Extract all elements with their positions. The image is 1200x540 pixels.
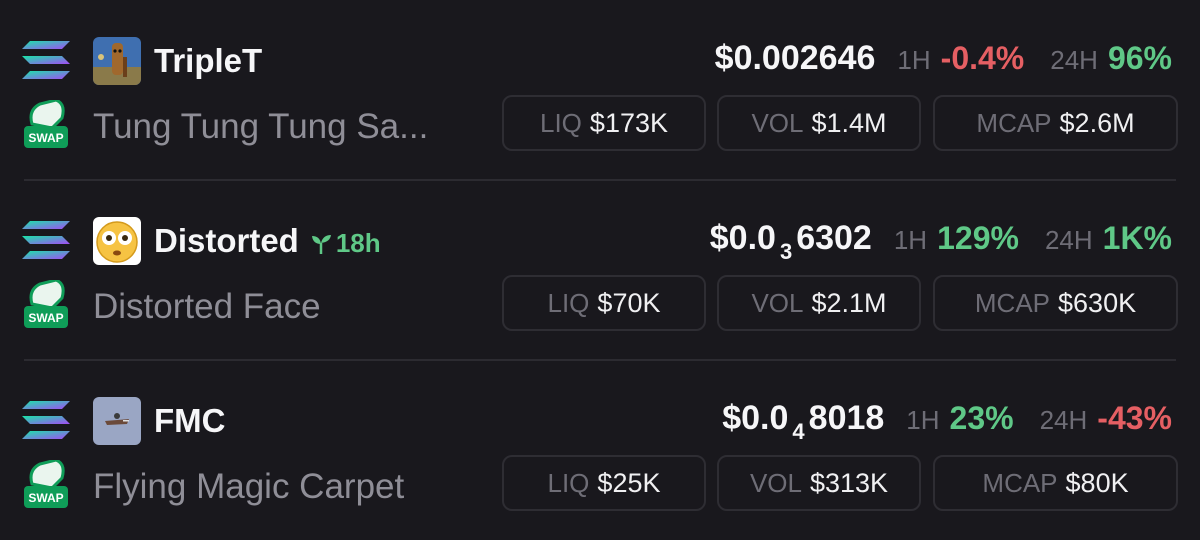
price-significant: 6302 (796, 219, 872, 257)
svg-text:SWAP: SWAP (28, 131, 63, 145)
swap-icon: SWAP (24, 280, 68, 328)
change-24h-label: 24H (1050, 45, 1098, 75)
vol-value: $2.1M (811, 287, 887, 318)
liq-value: $70K (597, 287, 661, 318)
price-stats: $0.0 3 6302 1H 129% 24H 1K% (710, 215, 1172, 264)
mcap-value: $80K (1065, 467, 1129, 498)
sprout-icon (311, 235, 331, 254)
token-name: Flying Magic Carpet (93, 467, 405, 506)
vol-value: $1.4M (811, 107, 887, 138)
change-1h-label: 1H (893, 225, 928, 255)
liq-label: LIQ (540, 107, 582, 138)
volume-pill: VOL $2.1M (717, 275, 921, 331)
mcap-value: $630K (1058, 287, 1137, 318)
token-row-triplet[interactable]: SWAP TripleT Tung Tung Tung Sa... $0.002… (0, 0, 1200, 180)
price-zero-count: 4 (792, 419, 805, 444)
change-1h-label: 1H (906, 405, 940, 435)
token-age-text: 18h (335, 228, 381, 258)
liquidity-pill: LIQ $70K (502, 275, 706, 331)
mcap-label: MCAP (976, 107, 1052, 138)
token-row-fmc[interactable]: SWAP FMC Flying Magic Carpet $0.0 4 8018 1… (0, 360, 1200, 540)
token-name: Distorted Face (93, 287, 321, 326)
change-24h-value: 1K% (1102, 220, 1172, 256)
price-prefix: $0.0 (709, 219, 776, 257)
token-symbol-text: TripleT (154, 42, 263, 79)
price-prefix: $0.0 (722, 399, 789, 437)
token-symbol-text: FMC (154, 402, 226, 439)
liq-label: LIQ (547, 287, 590, 318)
token-price: $0.002646 (715, 35, 876, 81)
swap-icon: SWAP (24, 460, 68, 508)
solana-icon (22, 221, 70, 259)
token-symbol: FMC (154, 397, 225, 445)
token-symbol: TripleT (154, 37, 262, 85)
volume-pill: VOL $313K (717, 455, 921, 511)
change-1h-value: -0.4% (940, 40, 1025, 76)
token-age: 18h (309, 228, 381, 258)
liquidity-pill: LIQ $25K (502, 455, 706, 511)
change-1h-value: 23% (949, 400, 1014, 436)
solana-icon (22, 401, 70, 439)
triplet-avatar-icon (93, 37, 141, 85)
token-price: $0.0 3 6302 (710, 215, 872, 275)
mcap-value: $2.6M (1059, 107, 1135, 138)
vol-label: VOL (751, 107, 804, 138)
token-price: $0.0 4 8018 (722, 395, 884, 455)
volume-pill: VOL $1.4M (717, 95, 921, 151)
market-cap-pill: MCAP $630K (933, 275, 1178, 331)
change-1h-value: 129% (937, 220, 1019, 256)
vol-label: VOL (749, 467, 802, 498)
token-symbol: Distorted 18h (154, 217, 381, 265)
change-24h-label: 24H (1039, 405, 1088, 435)
liq-value: $25K (597, 467, 661, 498)
price-stats: $0.0 4 8018 1H 23% 24H -43% (722, 395, 1172, 444)
fmc-avatar-icon (93, 397, 141, 445)
change-24h-value: -43% (1097, 400, 1172, 436)
change-24h-label: 24H (1044, 225, 1093, 255)
change-24h-value: 96% (1107, 40, 1172, 76)
swap-icon: SWAP (24, 100, 68, 148)
liquidity-pill: LIQ $173K (502, 95, 706, 151)
liq-value: $173K (589, 107, 668, 138)
price-stats: $0.002646 1H -0.4% 24H 96% (715, 35, 1172, 81)
mcap-label: MCAP (974, 287, 1051, 318)
price-value: $0.002646 (714, 39, 876, 77)
token-name: Tung Tung Tung Sa... (93, 107, 429, 146)
vol-value: $313K (809, 467, 889, 498)
vol-label: VOL (751, 287, 804, 318)
solana-icon (22, 41, 70, 79)
change-1h-label: 1H (897, 45, 931, 75)
token-symbol-text: Distorted (154, 222, 299, 259)
liq-label: LIQ (547, 467, 590, 498)
price-significant: 8018 (808, 399, 885, 437)
market-cap-pill: MCAP $2.6M (933, 95, 1178, 151)
distorted-face-avatar-icon (93, 217, 141, 265)
svg-text:SWAP: SWAP (28, 311, 63, 325)
mcap-label: MCAP (982, 467, 1058, 498)
price-zero-count: 3 (779, 239, 793, 264)
market-cap-pill: MCAP $80K (933, 455, 1178, 511)
token-row-distorted[interactable]: SWAP Distorted 18h Distorted Face $0.0 3 63… (0, 180, 1200, 360)
svg-text:SWAP: SWAP (28, 491, 63, 505)
